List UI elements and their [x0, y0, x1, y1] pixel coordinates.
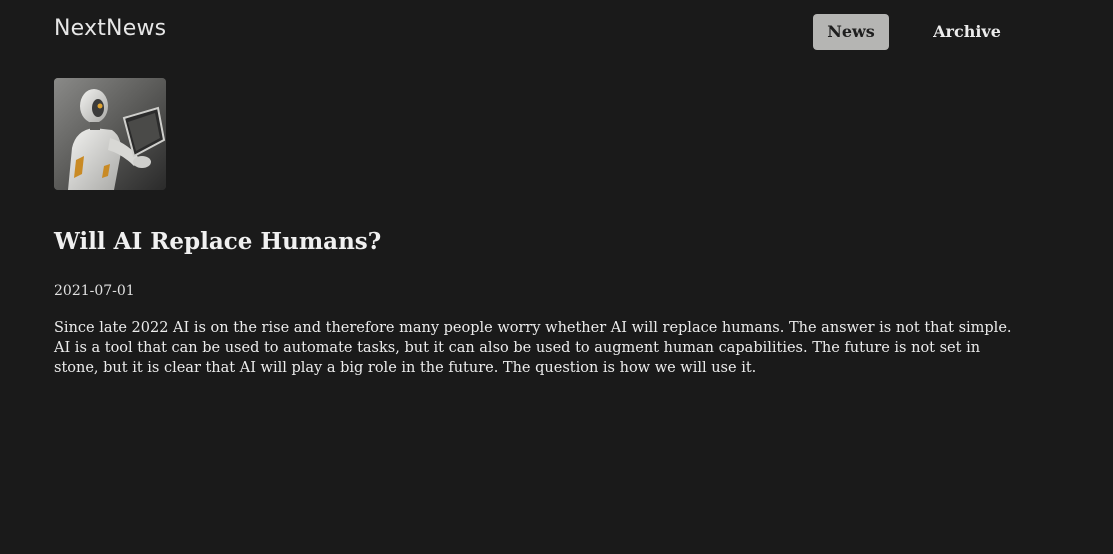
article-body: Since late 2022 AI is on the rise and th… [54, 320, 1012, 376]
site-logo[interactable]: NextNews [54, 16, 166, 41]
nav-news-button[interactable]: News [813, 14, 889, 50]
article-title: Will AI Replace Humans? [54, 228, 382, 255]
site-header: NextNews News Archive [0, 0, 1113, 64]
robot-illustration-icon [54, 78, 166, 190]
article-date: 2021-07-01 [54, 283, 135, 299]
nav-archive-button[interactable]: Archive [919, 14, 1015, 50]
article-thumbnail [54, 78, 166, 190]
